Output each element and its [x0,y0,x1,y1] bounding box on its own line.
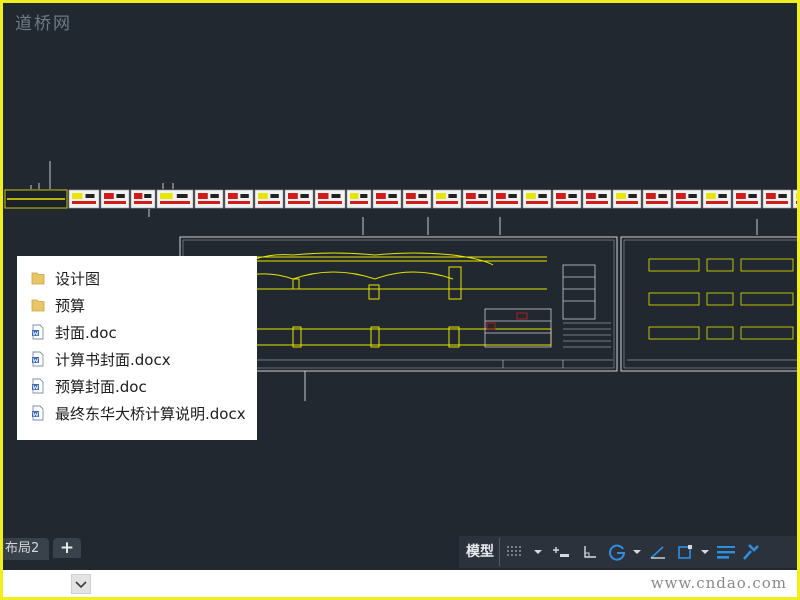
customize-icon[interactable] [740,538,762,566]
file-list-panel: 设计图 预算 封面.doc 计算书封面.docx 预算封面.doc 最终东华大桥… [17,256,257,440]
polar-tracking-icon[interactable] [604,538,630,566]
tab-layout2[interactable]: 布局2 [3,538,49,560]
word-doc-icon [31,351,45,367]
add-layout-button[interactable]: + [53,538,81,558]
dropdown-icon[interactable] [530,538,546,566]
command-history-dropdown[interactable] [71,574,91,594]
folder-icon [31,270,45,286]
dropdown-icon[interactable] [698,538,712,566]
watermark-bottom: www.cndao.com [650,574,787,592]
file-label: 预算 [55,296,86,315]
lineweight-icon[interactable] [712,538,740,566]
list-item-doc-calc-cover[interactable]: 计算书封面.docx [17,347,171,371]
detail-sheet-right [620,236,797,372]
ortho-icon[interactable] [576,538,604,566]
command-line-bar[interactable]: www.cndao.com [3,570,797,597]
model-space-button[interactable]: 模型 [461,538,500,566]
watermark-top: 道桥网 [15,14,72,34]
list-item-doc-budget-cover[interactable]: 预算封面.doc [17,374,147,398]
chevron-down-icon [75,581,87,589]
object-snap-icon[interactable] [672,538,698,566]
autocad-window: 道桥网 设计图 预算 封面.doc 计算书封面.docx 预算封面.doc 最终… [3,3,797,597]
dropdown-icon[interactable] [630,538,644,566]
file-label: 封面.doc [55,323,117,342]
word-doc-icon [31,324,45,340]
word-doc-icon [31,405,45,421]
isodraft-icon[interactable] [644,538,672,566]
snap-icon[interactable] [546,538,576,566]
status-bar: 模型 [459,536,797,568]
file-label: 预算封面.doc [55,377,147,396]
file-label: 设计图 [55,269,101,288]
file-label: 计算书封面.docx [55,350,171,369]
folder-icon [31,297,45,313]
word-doc-icon [31,378,45,394]
list-item-doc-cover[interactable]: 封面.doc [17,320,117,344]
file-label: 最终东华大桥计算说明.docx [55,404,246,423]
grid-icon[interactable] [500,538,530,566]
list-item-folder-design[interactable]: 设计图 [17,266,100,290]
list-item-folder-budget[interactable]: 预算 [17,293,85,317]
sheet-thumbnail-strip [3,189,797,209]
list-item-doc-final-calc[interactable]: 最终东华大桥计算说明.docx [17,401,246,425]
